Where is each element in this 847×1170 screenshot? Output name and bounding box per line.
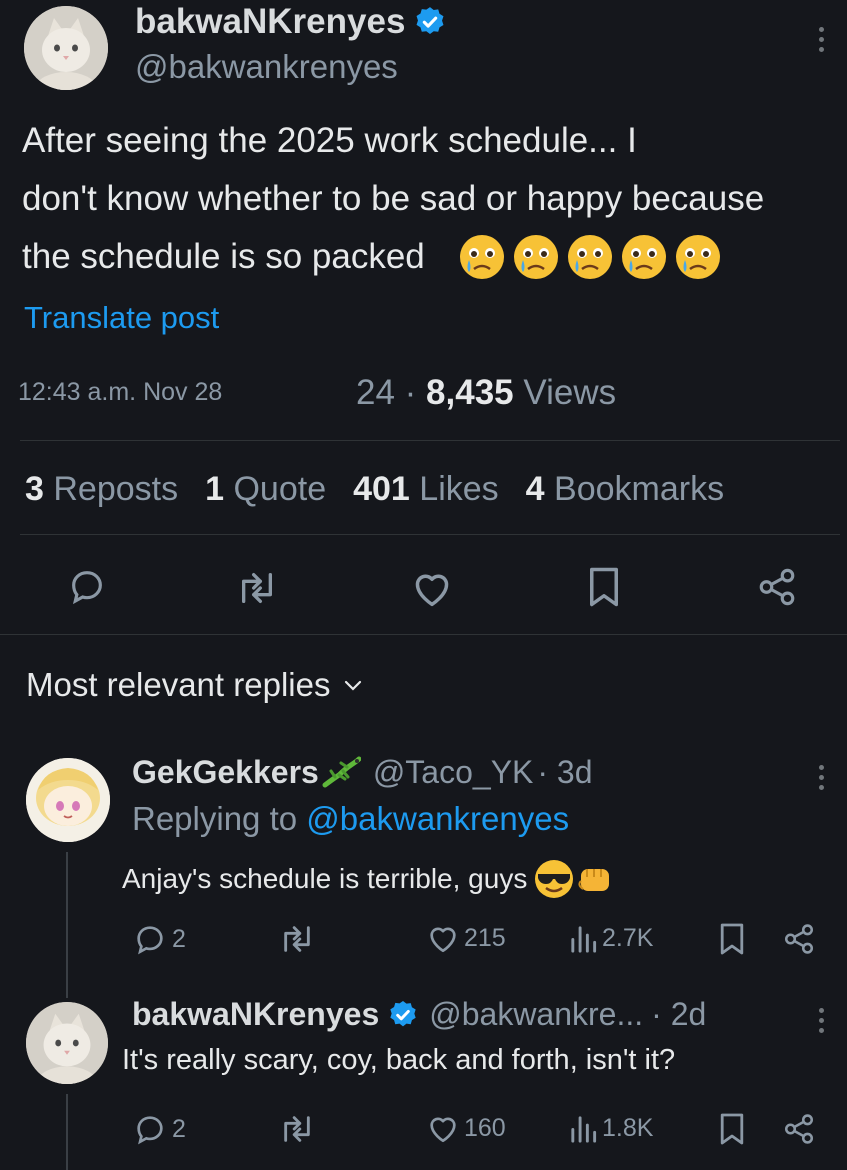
bookmark-icon [720, 1113, 744, 1145]
reply-text: It's really scary, coy, back and forth, … [122, 1044, 676, 1076]
like-count: 160 [464, 1113, 506, 1142]
cat-avatar [24, 6, 108, 90]
share-button[interactable] [756, 566, 798, 608]
views-count: 8,435 [426, 373, 514, 412]
reply-share-button[interactable] [782, 1112, 816, 1146]
reply-avatar[interactable] [26, 758, 110, 842]
reply-views-button[interactable]: 2.7K [568, 922, 653, 954]
reply-button[interactable] [66, 566, 108, 606]
reply-bookmark-button[interactable] [718, 1112, 746, 1146]
bookmark-icon [720, 923, 744, 955]
bookmark-icon [590, 567, 618, 607]
reply-count: 2 [172, 924, 186, 953]
post-text: After seeing the 2025 work schedule... I… [22, 112, 822, 286]
post-text-line-1: After seeing the 2025 work schedule... I [22, 121, 637, 160]
cat-avatar [26, 1002, 108, 1084]
author-handle[interactable]: @bakwankrenyes [135, 48, 398, 86]
likes-stat[interactable]: 401 Likes [353, 470, 499, 509]
post-text-line-2: don't know whether to be sad or happy be… [22, 179, 765, 218]
like-icon [430, 927, 456, 953]
anime-avatar [26, 758, 110, 842]
verified-badge-icon [390, 1000, 416, 1026]
more-icon[interactable] [816, 765, 826, 795]
more-icon[interactable] [816, 27, 826, 57]
views-icon [571, 1116, 597, 1143]
replying-to: Replying to @bakwankrenyes [132, 800, 570, 837]
reply-display-name[interactable]: bakwaNKrenyes [132, 996, 379, 1033]
share-icon [759, 568, 795, 606]
author-avatar[interactable] [24, 6, 108, 90]
reply-like-button[interactable]: 215 [426, 922, 506, 954]
reply-share-button[interactable] [782, 922, 816, 956]
like-button[interactable] [410, 568, 454, 608]
like-icon [430, 1117, 456, 1143]
reply-display-name[interactable]: GekGekkers [132, 754, 319, 791]
reply-time: · 3d [537, 754, 593, 790]
engagement-stats: 3 Reposts 1 Quote 401 Likes 4 Bookmarks [25, 470, 724, 509]
reply-header: GekGekkers @Taco_YK · 3d [132, 754, 593, 791]
translate-post-link[interactable]: Translate post [24, 300, 219, 336]
thread-line [66, 852, 68, 998]
views-label: Views [523, 373, 617, 412]
bookmarks-stat[interactable]: 4 Bookmarks [526, 470, 724, 509]
replies-sort-dropdown[interactable]: Most relevant replies [26, 666, 364, 704]
views-prefix: 24 · [356, 373, 417, 412]
reply-time: · 2d [651, 996, 707, 1032]
crying-emoji [459, 235, 504, 279]
more-icon[interactable] [816, 1008, 826, 1038]
view-count: 1.8K [602, 1113, 654, 1142]
like-count: 215 [464, 923, 506, 952]
reply-icon [137, 1116, 163, 1145]
views-icon [571, 926, 597, 953]
reply-handle[interactable]: @bakwankre... [429, 996, 643, 1033]
reply-bookmark-button[interactable] [718, 922, 746, 956]
view-count: 2.7K [602, 923, 654, 952]
crying-emoji [675, 235, 720, 279]
crying-emoji [513, 235, 558, 279]
reply-icon [72, 571, 102, 605]
reply-header: bakwaNKrenyes @bakwankre... · 2d [132, 996, 706, 1033]
lizard-emoji [322, 756, 361, 787]
divider [20, 534, 840, 535]
reply-repost-button[interactable] [276, 1112, 322, 1146]
reply-text: Anjay's schedule is terrible, guys [122, 858, 615, 900]
crying-emoji [621, 235, 666, 279]
chevron-down-icon [345, 680, 362, 691]
sunglasses-emoji [535, 860, 574, 898]
reply-icon [137, 926, 163, 955]
reply-reply-button[interactable]: 2 [132, 922, 186, 956]
reply-handle[interactable]: @Taco_YK [373, 754, 534, 791]
post-timestamp[interactable]: 12:43 a.m. Nov 28 [18, 378, 222, 407]
verified-badge-icon [416, 7, 444, 35]
thread-line [66, 1094, 68, 1170]
divider [0, 634, 847, 635]
share-icon [784, 1114, 814, 1144]
reply-avatar[interactable] [26, 1002, 108, 1084]
repost-icon [284, 926, 310, 952]
repost-button[interactable] [232, 568, 282, 608]
like-icon [415, 574, 449, 607]
reply-views-button[interactable]: 1.8K [568, 1112, 653, 1144]
post-views[interactable]: 24 · 8,435 Views [356, 373, 616, 413]
bookmark-button[interactable] [586, 566, 622, 608]
divider [20, 440, 840, 441]
reply-like-button[interactable]: 160 [426, 1112, 506, 1144]
share-icon [784, 924, 814, 954]
repost-icon [284, 1116, 310, 1142]
replying-to-handle[interactable]: @bakwankrenyes [306, 800, 569, 837]
replies-header-label: Most relevant replies [26, 666, 331, 703]
reply-repost-button[interactable] [276, 922, 322, 956]
quote-stat[interactable]: 1 Quote [205, 470, 326, 509]
crying-emoji-row [457, 232, 723, 282]
crying-emoji [567, 235, 612, 279]
reposts-stat[interactable]: 3 Reposts [25, 470, 178, 509]
post-text-line-3: the schedule is so packed [22, 228, 822, 286]
author-display-name[interactable]: bakwaNKrenyes [135, 2, 447, 42]
reply-reply-button[interactable]: 2 [132, 1112, 186, 1146]
reply-count: 2 [172, 1114, 186, 1143]
fist-emoji [578, 869, 610, 891]
repost-icon [242, 573, 272, 603]
